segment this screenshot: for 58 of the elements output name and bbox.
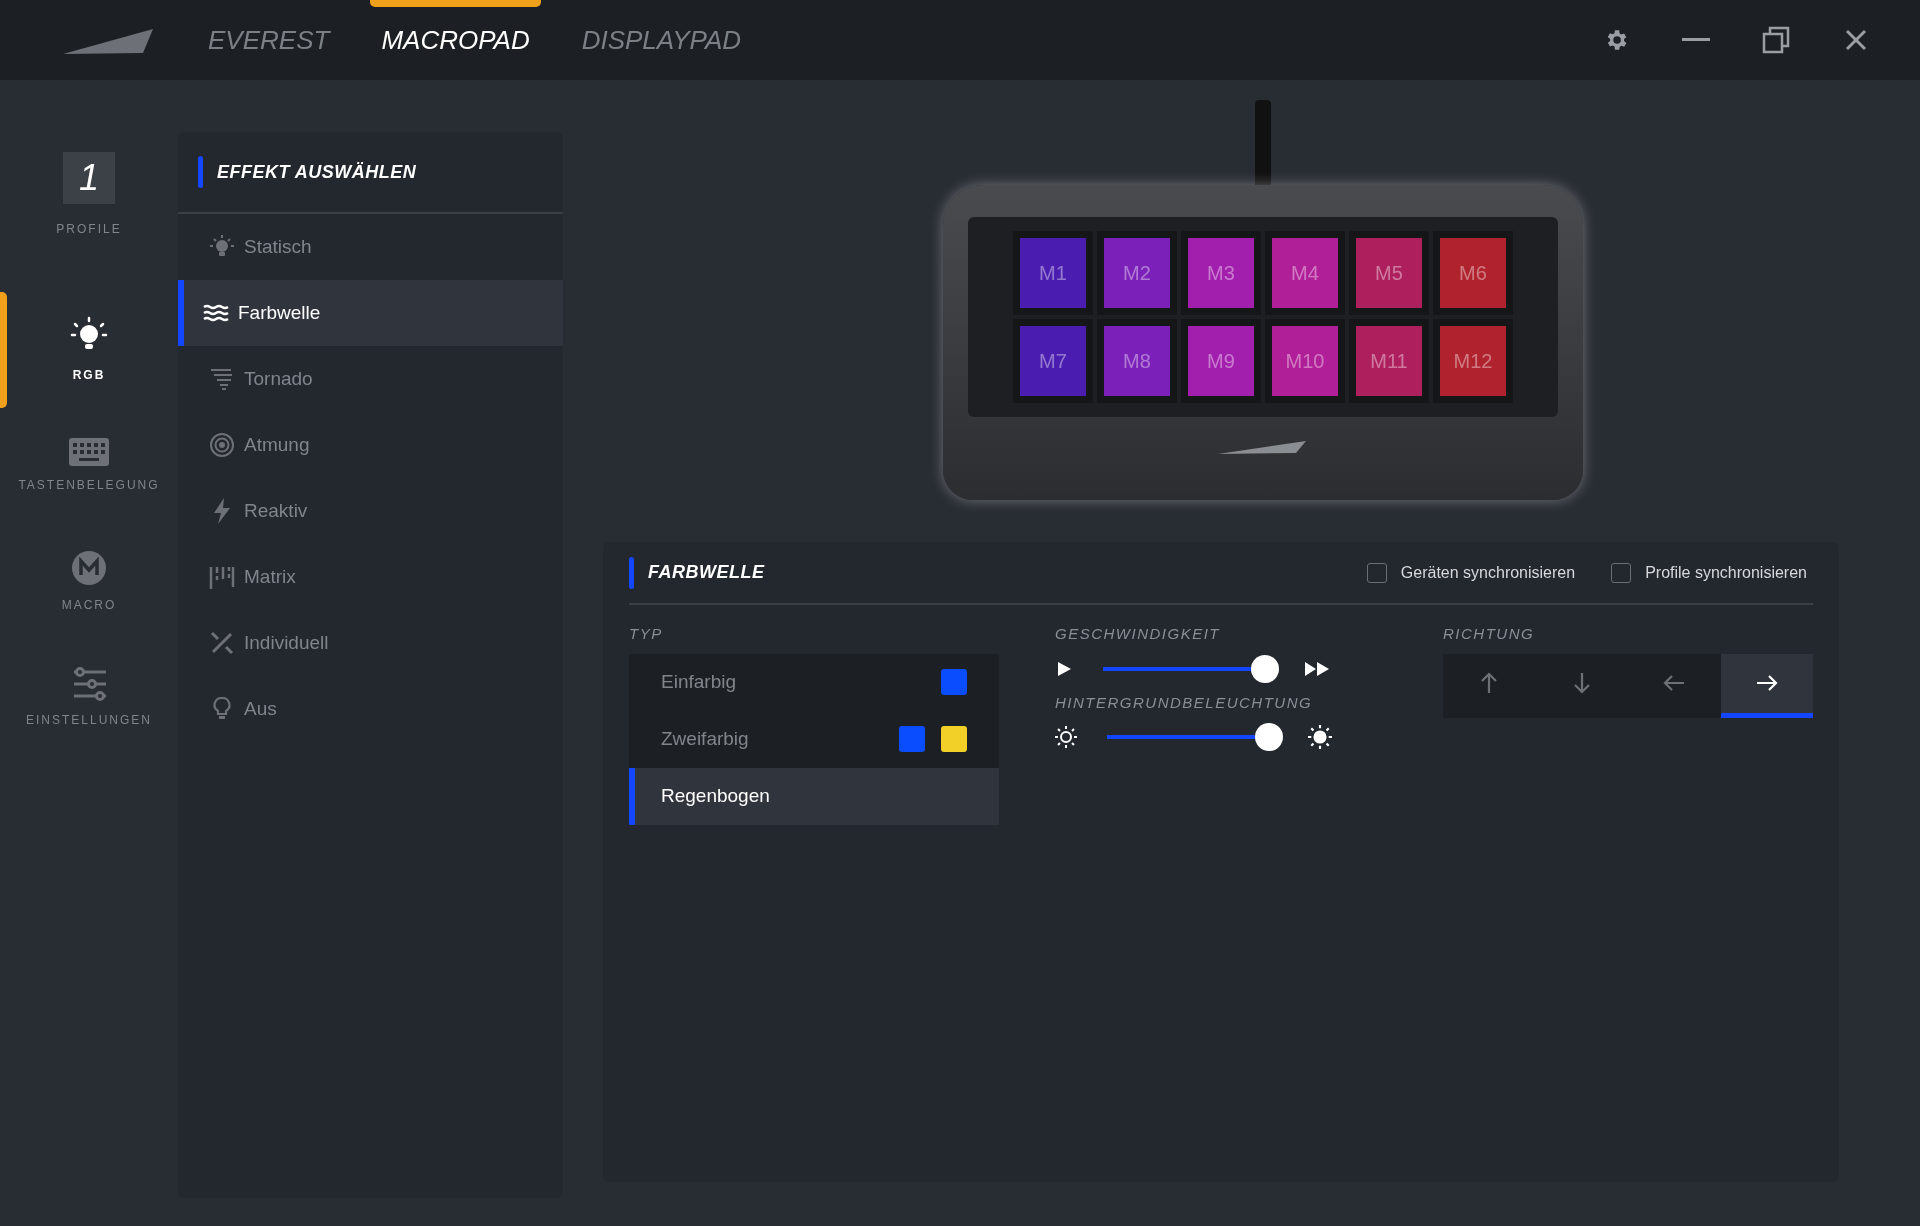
sidebar-item[interactable]: MACRO xyxy=(0,524,178,640)
key-cap[interactable]: M9 xyxy=(1181,319,1261,404)
accent-bar xyxy=(198,156,203,188)
direction-button[interactable] xyxy=(1720,653,1813,718)
effect-item[interactable]: Tornado xyxy=(178,346,563,412)
type-option[interactable]: Einfarbig xyxy=(629,653,999,711)
key-cap[interactable]: M4 xyxy=(1265,231,1345,316)
sync-checkbox[interactable]: Geräten synchronisieren xyxy=(1360,559,1582,586)
key-cap[interactable]: M12 xyxy=(1433,319,1513,404)
key-cap[interactable]: M3 xyxy=(1181,231,1261,316)
matrix-icon xyxy=(208,565,236,589)
color-swatch[interactable] xyxy=(941,669,967,695)
section-heading: TYP xyxy=(629,624,664,644)
effect-item[interactable]: Matrix xyxy=(178,544,563,610)
key-cap[interactable]: M2 xyxy=(1097,231,1177,316)
section-heading: GESCHWINDIGKEIT xyxy=(1055,624,1221,644)
sidebar-item[interactable]: RGB xyxy=(0,292,178,408)
top-tab[interactable]: DISPLAYPAD xyxy=(555,0,768,80)
key-cap[interactable]: M5 xyxy=(1349,231,1429,316)
brightness-low-icon xyxy=(1055,726,1077,748)
section-heading: RICHTUNG xyxy=(1443,624,1536,644)
fast-forward-icon xyxy=(1304,659,1330,678)
sync-checkbox[interactable]: Profile synchronisieren xyxy=(1605,559,1813,586)
waves-icon xyxy=(202,304,230,322)
panel-title: FARBWELLE xyxy=(648,561,765,584)
section-heading: HINTERGRUNDBELEUCHTUNG xyxy=(1055,692,1314,713)
effect-item[interactable]: Individuell xyxy=(178,610,563,676)
sidebar-item[interactable]: TASTENBELEGUNG xyxy=(0,408,178,524)
sliders-icon xyxy=(72,667,106,701)
key-cap[interactable]: M8 xyxy=(1097,319,1177,404)
key-cap[interactable]: M10 xyxy=(1265,319,1345,404)
type-option[interactable]: Regenbogen xyxy=(629,767,999,825)
panel-title: EFFEKT AUSWÄHLEN xyxy=(217,160,417,184)
macro-icon xyxy=(71,550,107,586)
profile-label: PROFILE xyxy=(56,221,122,238)
sidebar-item[interactable]: EINSTELLUNGEN xyxy=(0,640,178,756)
top-tab[interactable]: MACROPAD xyxy=(355,0,556,80)
effect-item[interactable]: Farbwelle xyxy=(178,280,563,346)
brush-icon xyxy=(208,630,236,656)
color-swatch[interactable] xyxy=(899,726,925,752)
key-cap[interactable]: M7 xyxy=(1013,319,1093,404)
logo-icon xyxy=(1218,439,1308,456)
key-cap[interactable]: M1 xyxy=(1013,231,1093,316)
effect-item[interactable]: Aus xyxy=(178,676,563,742)
key-cap[interactable]: M6 xyxy=(1433,231,1513,316)
effect-item[interactable]: Atmung xyxy=(178,412,563,478)
target-icon xyxy=(208,432,236,458)
effect-item[interactable]: Statisch xyxy=(178,214,563,280)
play-icon xyxy=(1055,659,1073,678)
accent-bar xyxy=(629,556,634,589)
type-option[interactable]: Zweifarbig xyxy=(629,710,999,768)
key-cap[interactable]: M11 xyxy=(1349,319,1429,404)
profile-number[interactable]: 1 xyxy=(63,152,115,204)
keyboard-icon xyxy=(69,438,109,466)
effect-item[interactable]: Reaktiv xyxy=(178,478,563,544)
brightness-high-icon xyxy=(1308,725,1332,749)
top-tab[interactable]: EVEREST xyxy=(182,0,356,80)
color-swatch[interactable] xyxy=(941,726,967,752)
